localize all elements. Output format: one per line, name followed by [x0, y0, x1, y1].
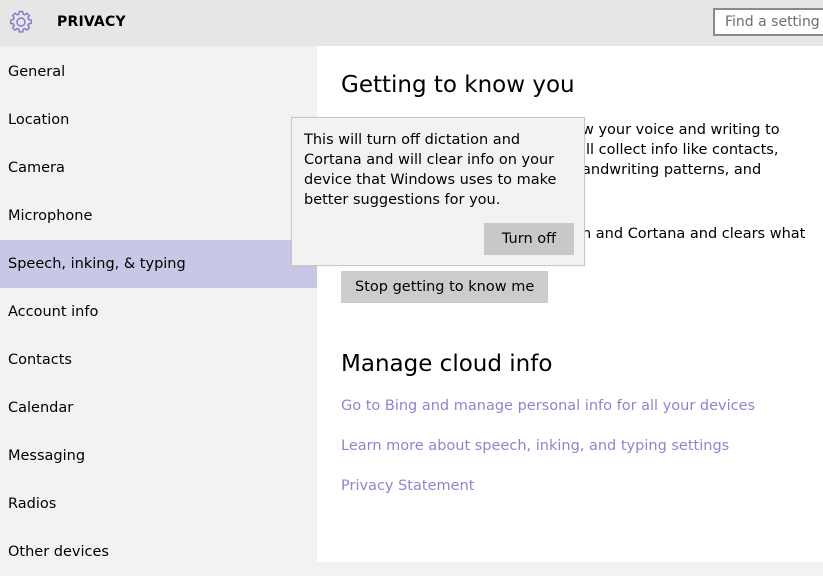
sidebar-item-microphone[interactable]: Microphone	[0, 192, 317, 240]
stop-getting-to-know-me-button[interactable]: Stop getting to know me	[341, 271, 549, 303]
turn-off-button[interactable]: Turn off	[484, 223, 574, 255]
header-bar: PRIVACY	[0, 0, 823, 46]
search-input[interactable]	[713, 8, 823, 36]
sidebar-item-general[interactable]: General	[0, 48, 317, 96]
bing-manage-info-link[interactable]: Go to Bing and manage personal info for …	[341, 398, 755, 414]
sidebar-item-account-info[interactable]: Account info	[0, 288, 317, 336]
section-heading-manage-cloud-info: Manage cloud info	[341, 351, 553, 377]
sidebar: General Location Camera Microphone Speec…	[0, 46, 317, 562]
section-heading-getting-to-know-you: Getting to know you	[341, 72, 575, 98]
privacy-statement-link[interactable]: Privacy Statement	[341, 478, 474, 494]
confirmation-flyout: This will turn off dictation and Cortana…	[291, 117, 585, 266]
learn-more-link[interactable]: Learn more about speech, inking, and typ…	[341, 438, 729, 454]
description-line-2: 'll collect info like contacts,	[582, 142, 779, 158]
sidebar-item-other-devices[interactable]: Other devices	[0, 528, 317, 576]
description-line-4: n and Cortana and clears what	[582, 226, 806, 242]
flyout-message: This will turn off dictation and Cortana…	[304, 132, 557, 208]
sidebar-item-radios[interactable]: Radios	[0, 480, 317, 528]
sidebar-item-messaging[interactable]: Messaging	[0, 432, 317, 480]
sidebar-item-camera[interactable]: Camera	[0, 144, 317, 192]
description-line-3: andwriting patterns, and	[582, 162, 762, 178]
sidebar-item-calendar[interactable]: Calendar	[0, 384, 317, 432]
sidebar-item-location[interactable]: Location	[0, 96, 317, 144]
gear-icon	[10, 10, 32, 33]
sidebar-item-contacts[interactable]: Contacts	[0, 336, 317, 384]
page-title: PRIVACY	[57, 14, 126, 30]
description-line-1: w your voice and writing to	[582, 122, 780, 138]
sidebar-item-speech-inking-typing[interactable]: Speech, inking, & typing	[0, 240, 317, 288]
